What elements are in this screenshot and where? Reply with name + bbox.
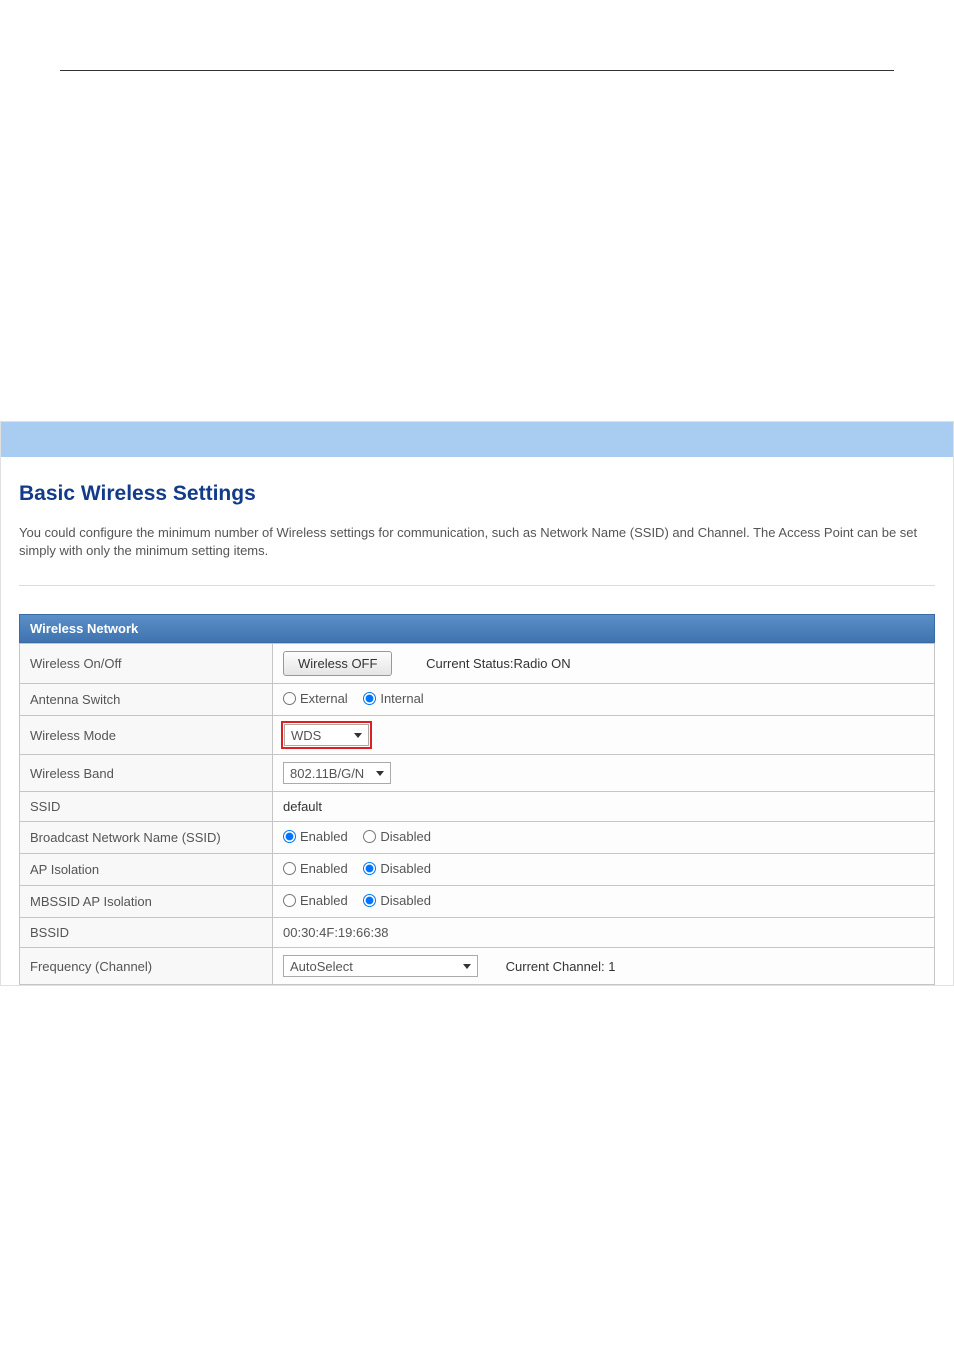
radio-internal-input[interactable] <box>363 692 376 705</box>
chevron-down-icon <box>354 733 362 738</box>
wireless-band-select[interactable]: 802.11B/G/N <box>283 762 391 784</box>
settings-table: Wireless On/Off Wireless OFF Current Sta… <box>19 643 935 985</box>
label-ssid: SSID <box>20 792 273 822</box>
cell-mbssid: Enabled Disabled <box>273 886 935 918</box>
divider <box>19 585 935 586</box>
radio-apiso-disabled-input[interactable] <box>363 862 376 875</box>
wireless-band-value: 802.11B/G/N <box>290 766 364 781</box>
row-antenna-switch: Antenna Switch External Internal <box>20 684 935 716</box>
page-title: Basic Wireless Settings <box>19 482 935 506</box>
frequency-value: AutoSelect <box>290 959 353 974</box>
wireless-off-button[interactable]: Wireless OFF <box>283 651 392 676</box>
wireless-mode-value: WDS <box>291 728 321 743</box>
cell-frequency: AutoSelect Current Channel: 1 <box>273 948 935 985</box>
radio-broadcast-disabled[interactable]: Disabled <box>363 829 431 844</box>
radio-internal[interactable]: Internal <box>363 691 423 706</box>
cell-ap-isolation: Enabled Disabled <box>273 854 935 886</box>
frequency-select[interactable]: AutoSelect <box>283 955 478 977</box>
cell-wireless-band: 802.11B/G/N <box>273 755 935 792</box>
label-wireless-band: Wireless Band <box>20 755 273 792</box>
radio-apiso-enabled-label: Enabled <box>300 861 348 876</box>
cell-bssid: 00:30:4F:19:66:38 <box>273 918 935 948</box>
radio-mbssid-enabled-input[interactable] <box>283 894 296 907</box>
page-divider <box>60 70 894 81</box>
radio-broadcast-disabled-input[interactable] <box>363 830 376 843</box>
radio-external-input[interactable] <box>283 692 296 705</box>
bssid-value: 00:30:4F:19:66:38 <box>283 925 389 940</box>
label-ap-isolation: AP Isolation <box>20 854 273 886</box>
wireless-mode-highlight: WDS <box>281 721 372 749</box>
wireless-mode-select[interactable]: WDS <box>284 724 369 746</box>
radio-status-text: Current Status:Radio ON <box>426 656 571 671</box>
radio-mbssid-enabled[interactable]: Enabled <box>283 893 348 908</box>
row-broadcast: Broadcast Network Name (SSID) Enabled Di… <box>20 822 935 854</box>
radio-apiso-enabled[interactable]: Enabled <box>283 861 348 876</box>
section-header-wireless-network: Wireless Network <box>19 614 935 643</box>
label-mbssid: MBSSID AP Isolation <box>20 886 273 918</box>
row-wireless-onoff: Wireless On/Off Wireless OFF Current Sta… <box>20 644 935 684</box>
settings-container: Basic Wireless Settings You could config… <box>0 421 954 986</box>
cell-broadcast: Enabled Disabled <box>273 822 935 854</box>
cell-wireless-onoff: Wireless OFF Current Status:Radio ON <box>273 644 935 684</box>
cell-ssid <box>273 792 935 822</box>
radio-broadcast-disabled-label: Disabled <box>380 829 431 844</box>
label-wireless-mode: Wireless Mode <box>20 716 273 755</box>
current-channel-text: Current Channel: 1 <box>506 959 616 974</box>
radio-broadcast-enabled[interactable]: Enabled <box>283 829 348 844</box>
label-bssid: BSSID <box>20 918 273 948</box>
chevron-down-icon <box>463 964 471 969</box>
row-ssid: SSID <box>20 792 935 822</box>
label-broadcast: Broadcast Network Name (SSID) <box>20 822 273 854</box>
row-wireless-band: Wireless Band 802.11B/G/N <box>20 755 935 792</box>
row-mbssid: MBSSID AP Isolation Enabled Disabled <box>20 886 935 918</box>
radio-apiso-disabled[interactable]: Disabled <box>363 861 431 876</box>
label-antenna-switch: Antenna Switch <box>20 684 273 716</box>
radio-external[interactable]: External <box>283 691 348 706</box>
radio-internal-label: Internal <box>380 691 423 706</box>
label-wireless-onoff: Wireless On/Off <box>20 644 273 684</box>
settings-panel: Basic Wireless Settings You could config… <box>1 457 953 985</box>
row-bssid: BSSID 00:30:4F:19:66:38 <box>20 918 935 948</box>
radio-mbssid-disabled-input[interactable] <box>363 894 376 907</box>
cell-antenna-switch: External Internal <box>273 684 935 716</box>
radio-broadcast-enabled-label: Enabled <box>300 829 348 844</box>
top-blue-bar <box>1 422 953 457</box>
radio-external-label: External <box>300 691 348 706</box>
radio-broadcast-enabled-input[interactable] <box>283 830 296 843</box>
label-frequency: Frequency (Channel) <box>20 948 273 985</box>
chevron-down-icon <box>376 771 384 776</box>
radio-apiso-enabled-input[interactable] <box>283 862 296 875</box>
radio-mbssid-enabled-label: Enabled <box>300 893 348 908</box>
ssid-input[interactable] <box>283 799 924 814</box>
radio-apiso-disabled-label: Disabled <box>380 861 431 876</box>
row-wireless-mode: Wireless Mode WDS <box>20 716 935 755</box>
page-description: You could configure the minimum number o… <box>19 524 935 560</box>
row-ap-isolation: AP Isolation Enabled Disabled <box>20 854 935 886</box>
cell-wireless-mode: WDS <box>273 716 935 755</box>
radio-mbssid-disabled-label: Disabled <box>380 893 431 908</box>
radio-mbssid-disabled[interactable]: Disabled <box>363 893 431 908</box>
row-frequency: Frequency (Channel) AutoSelect Current C… <box>20 948 935 985</box>
